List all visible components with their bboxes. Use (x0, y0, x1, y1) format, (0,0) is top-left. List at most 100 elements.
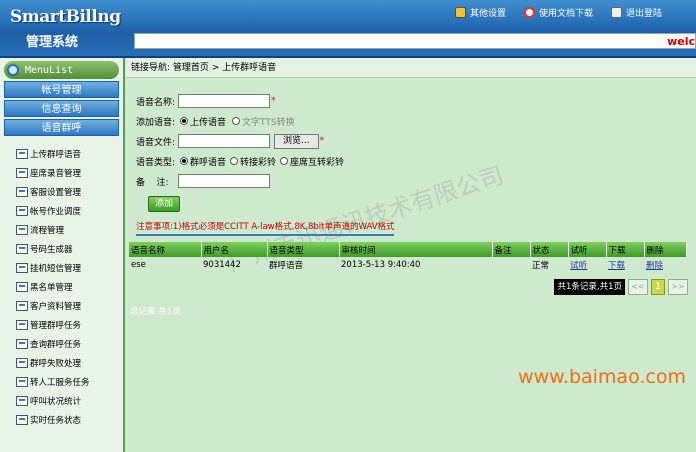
cell-voice-type: 群呼语音 (269, 261, 304, 271)
system-title: 管理系统 (26, 35, 79, 50)
col-username: 用户名 (201, 242, 268, 257)
next-page-button[interactable]: >> (668, 279, 688, 295)
format-notice: 注意事项:1)格式必须是CCITT A-law格式,8K,8bit单声道的WAV… (136, 222, 395, 232)
stats-icon (16, 395, 28, 406)
col-voice-name: 语音名称 (129, 242, 202, 257)
name-row: 语音名称: * (136, 91, 395, 111)
sidebar-item-label: 黑名单管理 (30, 282, 73, 293)
prev-page-button[interactable]: << (628, 279, 648, 295)
sidebar-item-transfer[interactable]: 转人工服务任务 (0, 372, 123, 391)
marquee-text: welc (667, 35, 695, 48)
customer-icon (16, 300, 28, 311)
sidebar-item-number-gen[interactable]: 号码生成器 (0, 239, 123, 258)
note-label: 备 注: (136, 177, 169, 188)
sidebar-item-manage-tasks[interactable]: 管理群呼任务 (0, 315, 123, 334)
help-doc-label: 使用文档下载 (538, 9, 593, 19)
cell-note (492, 257, 530, 273)
menu-voice-button[interactable]: 语音群呼 (4, 119, 119, 136)
type-row: 语音类型: 群呼语音 转接彩铃 座席互转彩铃 (136, 151, 395, 171)
tts-radio[interactable] (232, 117, 241, 125)
sidebar-item-stats[interactable]: 呼叫状况统计 (0, 391, 123, 410)
logout-link[interactable]: 退出登陆 (610, 6, 662, 19)
sidebar-item-flow[interactable]: 流程管理 (0, 220, 123, 239)
query-icon (16, 338, 28, 349)
cell-review-time: 2013-5-13 9:40:40 (341, 260, 421, 270)
page-info: 共1条记录,共1页 (554, 279, 625, 295)
delete-link[interactable]: 删除 (646, 261, 663, 271)
file-input[interactable] (178, 134, 270, 148)
task-icon (16, 319, 28, 330)
voice-table: 语音名称 用户名 语音类型 审核时间 备注 状态 试听 下载 删除 ese 90… (129, 242, 687, 273)
upload-icon (16, 148, 28, 159)
sidebar-item-upload-voice[interactable]: 上传群呼语音 (0, 144, 123, 163)
sidebar-item-label: 实时任务状态 (30, 415, 82, 426)
help-icon (523, 7, 535, 18)
listen-link[interactable]: 试听 (570, 261, 587, 271)
add-label: 添加语音: (136, 117, 176, 128)
menu-account-button[interactable]: 帐号管理 (4, 81, 119, 98)
file-label: 语音文件: (136, 137, 176, 148)
group-call-radio[interactable] (180, 157, 188, 165)
sidebar-item-blacklist[interactable]: 黑名单管理 (0, 277, 123, 296)
browse-button[interactable]: 浏览... (274, 133, 319, 149)
col-listen: 试听 (568, 242, 607, 257)
marquee-bar: welc (134, 33, 696, 49)
current-page-button[interactable]: 1 (651, 279, 665, 295)
sidebar-item-query-tasks[interactable]: 查询群呼任务 (0, 334, 123, 353)
sidebar-item-label: 流程管理 (30, 225, 65, 236)
download-link[interactable]: 下载 (608, 261, 625, 271)
cell-status: 正常 (532, 261, 550, 271)
sidebar-item-label: 上传群呼语音 (30, 149, 82, 160)
settings-label: 其他设置 (469, 9, 506, 19)
col-voice-type: 语音类型 (267, 242, 340, 257)
add-button[interactable]: 添加 (148, 196, 180, 212)
col-review-time: 审核时间 (339, 242, 493, 257)
sidebar: MenuList 帐号管理 信息查询 语音群呼 上传群呼语音 座席录音管理 客服… (0, 58, 125, 452)
col-download: 下载 (606, 242, 645, 257)
table-row: ese 9031442 群呼语音 2013-5-13 9:40:40 正常 试听… (129, 257, 687, 273)
sidebar-item-customers[interactable]: 客户资料管理 (0, 296, 123, 315)
menu-icon (7, 64, 19, 76)
upload-radio[interactable] (180, 117, 188, 125)
col-note: 备注 (492, 242, 531, 257)
seat-ring-label: 座席互转彩铃 (290, 157, 345, 168)
menu-list-title: MenuList (25, 64, 74, 76)
menu-list-header[interactable]: MenuList (4, 61, 119, 79)
sidebar-item-failures[interactable]: 群呼失败处理 (0, 353, 123, 372)
logo-text: SmartBillng (10, 7, 121, 27)
transfer-icon (16, 376, 28, 387)
name-input[interactable] (178, 94, 270, 108)
flow-icon (16, 224, 28, 235)
sidebar-item-service[interactable]: 客服设置管理 (0, 182, 123, 201)
number-icon (16, 243, 28, 254)
settings-link[interactable]: 其他设置 (454, 6, 506, 19)
sidebar-item-recording[interactable]: 座席录音管理 (0, 163, 123, 182)
pagination: 共1条记录,共1页 << 1 >> (554, 279, 688, 295)
logout-label: 退出登陆 (625, 9, 662, 19)
blacklist-icon (16, 281, 28, 292)
record-summary: 总记录:共1页 (130, 307, 181, 317)
note-row: 备 注: (136, 171, 395, 191)
sidebar-item-sms[interactable]: 挂机短信管理 (0, 258, 123, 277)
seat-ring-radio[interactable] (280, 157, 289, 165)
sidebar-item-schedule[interactable]: 帐号作业调度 (0, 201, 123, 220)
sidebar-item-label: 转人工服务任务 (30, 377, 90, 388)
recording-icon (16, 167, 28, 178)
transfer-ring-label: 转接彩铃 (240, 157, 277, 168)
note-input[interactable] (178, 174, 270, 188)
menu-info-button[interactable]: 信息查询 (4, 100, 119, 117)
cell-voice-name: ese (131, 260, 146, 270)
submit-row: 添加 (136, 194, 395, 214)
upload-form: 语音名称: * 添加语音: 上传语音 文字TTS转换 语音文件: 浏览... *… (136, 91, 395, 236)
help-doc-link[interactable]: 使用文档下载 (523, 6, 593, 19)
sidebar-item-realtime[interactable]: 实时任务状态 (0, 410, 123, 429)
transfer-ring-radio[interactable] (230, 157, 239, 165)
tts-option-label: 文字TTS转换 (242, 117, 295, 128)
sidebar-item-label: 座席录音管理 (30, 168, 82, 179)
required-marker: * (271, 96, 276, 106)
upload-option-label: 上传语音 (190, 117, 227, 128)
sidebar-item-label: 客服设置管理 (30, 187, 82, 198)
sidebar-item-label: 呼叫状况统计 (30, 396, 82, 407)
realtime-icon (16, 414, 28, 425)
type-label: 语音类型: (136, 157, 176, 168)
